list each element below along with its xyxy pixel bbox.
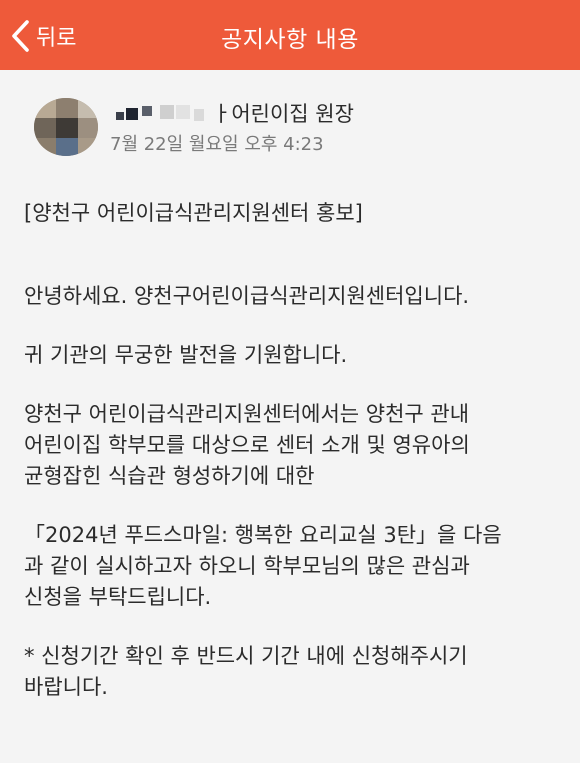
- author-name: ㅏ어린이집 원장: [212, 102, 354, 126]
- paragraph-intro-line: 균형잡힌 식습관 형성하기에 대한: [24, 464, 315, 488]
- paragraph-event-line: 과 같이 실시하고자 하오니 학부모님의 많은 관심과: [24, 554, 470, 578]
- paragraph-greeting: 안녕하세요. 양천구어린이급식관리지원센터입니다.: [24, 284, 470, 308]
- post-datetime: 7월 22일 월요일 오후 4:23: [110, 134, 324, 155]
- redacted-name-block: [110, 103, 210, 123]
- author-info: ㅏ어린이집 원장 7월 22일 월요일 오후 4:23: [34, 98, 554, 162]
- paragraph-event-line: 신청을 부탁드립니다.: [24, 585, 212, 609]
- paragraph-event-line: 「2024년 푸드스마일: 행복한 요리교실 3탄」을 다음: [24, 523, 502, 547]
- paragraph-intro-line: 양천구 어린이급식관리지원센터에서는 양천구 관내: [24, 402, 470, 426]
- avatar[interactable]: [34, 98, 98, 156]
- paragraph-wishes: 귀 기관의 무궁한 발전을 기원합니다.: [24, 343, 348, 367]
- paragraph-note-line: 바랍니다.: [24, 675, 108, 699]
- author-name-row: ㅏ어린이집 원장: [110, 100, 354, 126]
- top-navigation-bar: 뒤로 공지사항 내용: [0, 0, 580, 70]
- paragraph-intro-line: 어린이집 학부모를 대상으로 센터 소개 및 영유아의: [24, 433, 470, 457]
- paragraph-note-line: * 신청기간 확인 후 반드시 기간 내에 신청해주시기: [24, 644, 468, 668]
- post-content: [양천구 어린이급식관리지원센터 홍보] 안녕하세요. 양천구어린이급식관리지원…: [24, 198, 564, 703]
- page-title: 공지사항 내용: [221, 27, 359, 53]
- post-subject: [양천구 어린이급식관리지원센터 홍보]: [24, 201, 363, 225]
